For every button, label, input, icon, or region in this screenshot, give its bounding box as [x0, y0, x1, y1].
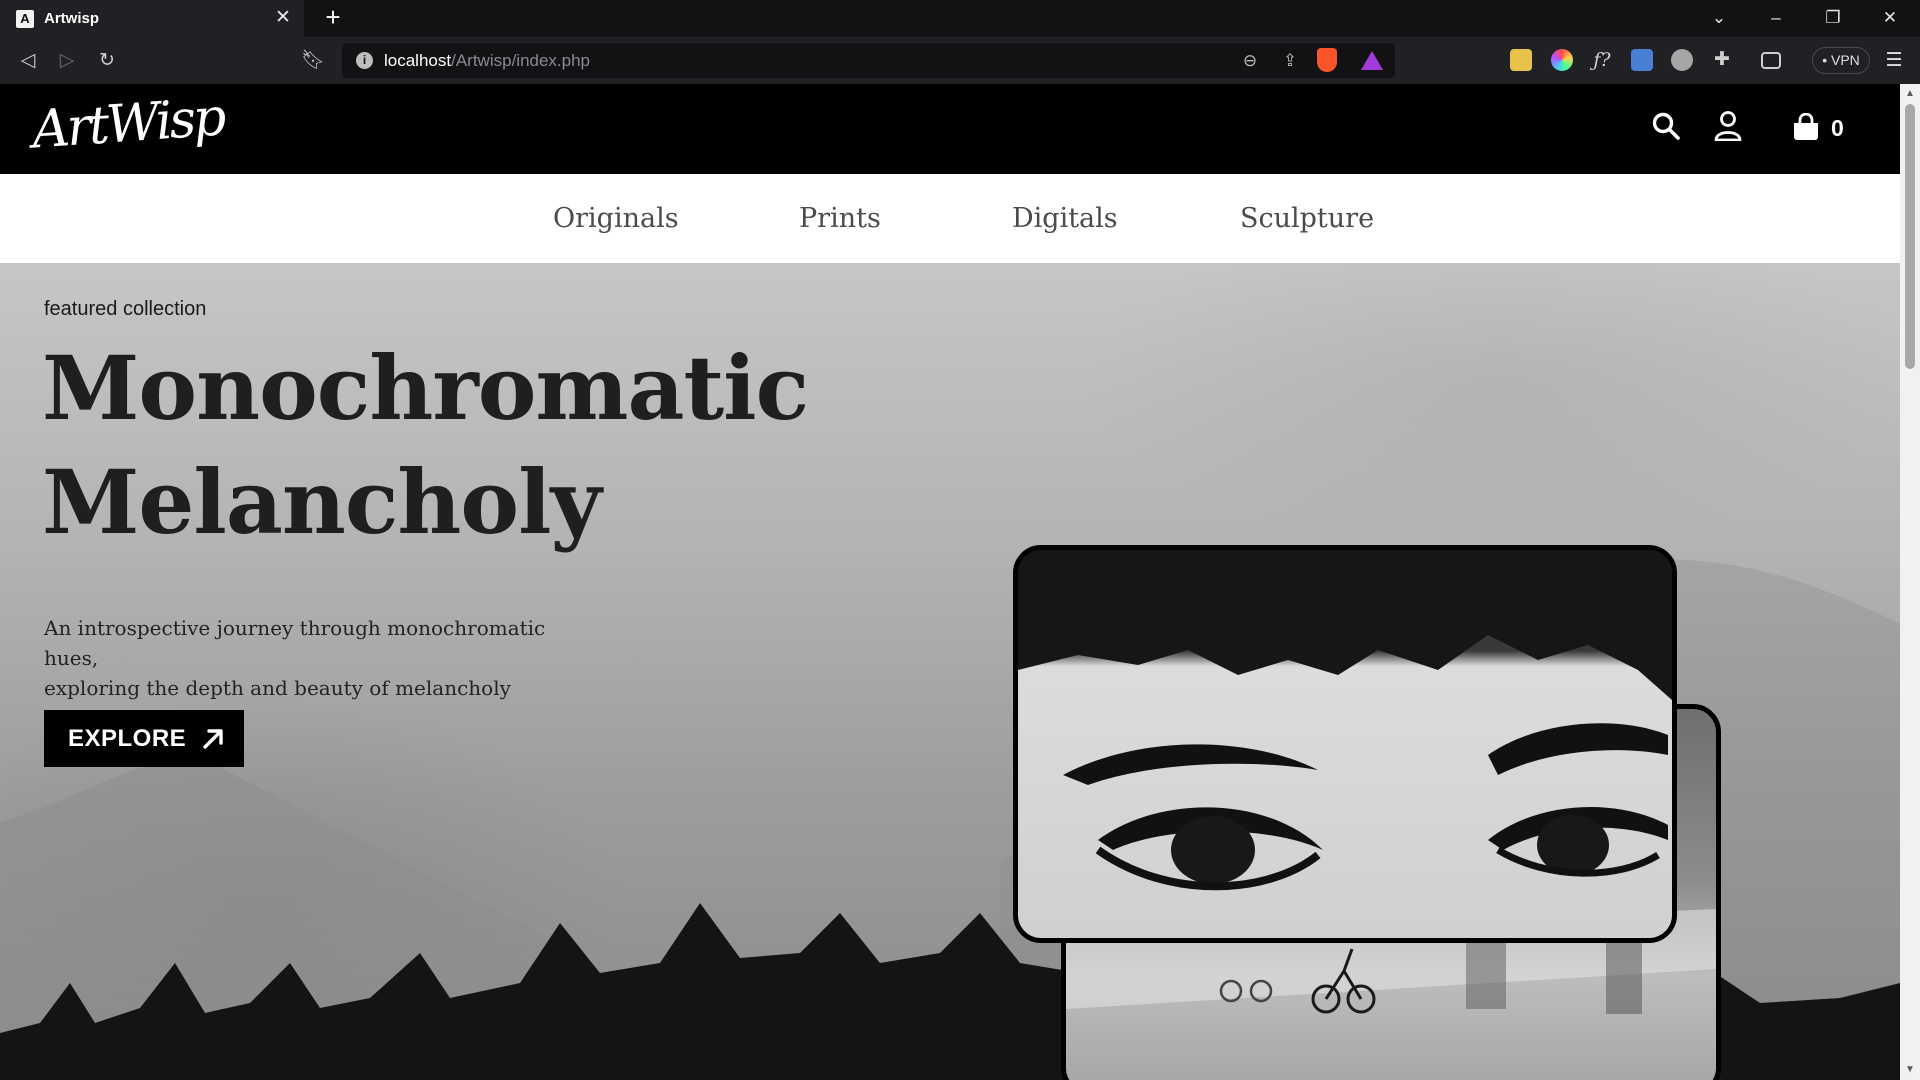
vpn-label: VPN	[1831, 52, 1860, 68]
vpn-button[interactable]: • VPN	[1812, 47, 1870, 74]
page-scrollbar[interactable]: ▲ ▼	[1900, 84, 1920, 1080]
wallet-icon[interactable]	[1761, 52, 1781, 69]
site-logo[interactable]: ArtWisp	[30, 87, 225, 160]
scrollbar-thumb[interactable]	[1905, 104, 1915, 369]
extensions-puzzle-icon[interactable]: ✚	[1711, 49, 1733, 71]
hero-subtitle: An introspective journey through monochr…	[44, 613, 604, 703]
close-tab-icon[interactable]: ✕	[272, 7, 294, 29]
hero-banner: featured collection Monochromatic Melanc…	[0, 263, 1900, 1080]
download-extension-icon[interactable]	[1510, 49, 1532, 71]
scroll-up-icon[interactable]: ▲	[1904, 88, 1916, 100]
arrow-up-right-icon	[203, 728, 223, 749]
shopping-bag-icon[interactable]	[1793, 113, 1819, 141]
hero-title: Monochromatic Melancholy	[42, 331, 809, 559]
forward-icon[interactable]: ▷	[53, 47, 81, 75]
explore-button-label: EXPLORE	[68, 724, 187, 752]
restore-icon[interactable]: ❐	[1813, 4, 1853, 32]
close-window-icon[interactable]: ✕	[1870, 4, 1910, 32]
hero-subtitle-line-2: exploring the depth and beauty of melanc…	[44, 676, 511, 700]
back-icon[interactable]: ◁	[14, 47, 42, 75]
browser-tabstrip: A Artwisp ✕ + ⌄ – ❐ ✕	[0, 0, 1920, 37]
browser-menu-icon[interactable]: ☰	[1882, 47, 1906, 75]
reload-icon[interactable]: ↻	[93, 47, 121, 75]
explore-button[interactable]: EXPLORE	[44, 710, 244, 767]
new-tab-icon[interactable]: +	[320, 4, 346, 31]
zoom-out-icon[interactable]: ⊖	[1238, 49, 1262, 73]
category-nav: Originals Prints Digitals Sculpture	[0, 174, 1900, 263]
site-header: ArtWisp 0	[0, 84, 1900, 174]
browser-tab-artwisp[interactable]: A Artwisp ✕	[0, 0, 304, 37]
translate-extension-icon[interactable]	[1631, 49, 1653, 71]
scroll-down-icon[interactable]: ▼	[1904, 1064, 1916, 1076]
hero-title-line-2: Melancholy	[42, 450, 602, 554]
font-finder-icon[interactable]: ƒ?	[1591, 49, 1613, 71]
user-icon[interactable]	[1714, 111, 1742, 141]
hero-kicker: featured collection	[44, 298, 207, 320]
search-icon[interactable]	[1651, 111, 1681, 141]
hero-subtitle-line-1: An introspective journey through monochr…	[44, 616, 546, 670]
bookmark-icon[interactable]: 🔖︎	[299, 47, 327, 75]
url-text[interactable]: localhost/Artwisp/index.php	[384, 51, 590, 71]
brave-rewards-icon[interactable]	[1361, 51, 1383, 70]
nav-item-digitals[interactable]: Digitals	[1012, 203, 1118, 234]
eyes-artwork	[1018, 550, 1672, 891]
tab-favicon-icon: A	[16, 9, 34, 28]
profile-extension-icon[interactable]	[1671, 49, 1693, 71]
page-viewport: ArtWisp 0 Originals Prints Digitals Scul…	[0, 84, 1900, 1080]
cart-count[interactable]: 0	[1831, 115, 1844, 142]
site-info-icon[interactable]: i	[356, 52, 373, 69]
minimize-icon[interactable]: –	[1756, 4, 1796, 32]
brave-shields-icon[interactable]	[1317, 48, 1337, 72]
tab-search-chevron-icon[interactable]: ⌄	[1699, 4, 1739, 32]
featured-artwork-eyes-card[interactable]	[1013, 545, 1677, 943]
nav-item-sculpture[interactable]: Sculpture	[1240, 203, 1374, 234]
tab-title: Artwisp	[44, 10, 100, 27]
nav-item-originals[interactable]: Originals	[553, 203, 679, 234]
url-host: localhost	[384, 51, 452, 70]
url-path: /Artwisp/index.php	[451, 51, 591, 70]
share-icon[interactable]: ⇪	[1278, 49, 1302, 73]
address-bar[interactable]: i localhost/Artwisp/index.php ⊖ ⇪	[342, 43, 1395, 78]
nav-item-prints[interactable]: Prints	[799, 203, 881, 234]
hero-title-line-1: Monochromatic	[42, 336, 809, 440]
color-extension-icon[interactable]	[1551, 49, 1573, 71]
